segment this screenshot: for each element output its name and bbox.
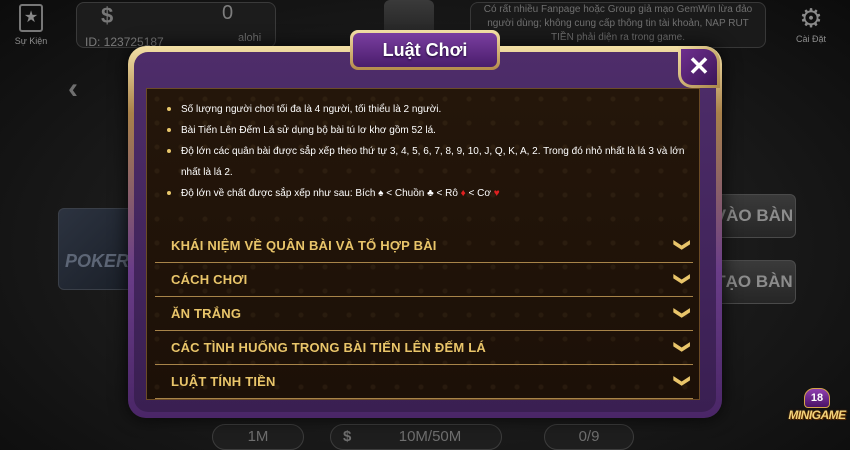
- section-instant-win[interactable]: ĂN TRẮNG ❯: [155, 297, 693, 331]
- player-name: alohi: [238, 32, 262, 44]
- poker-game-tile[interactable]: POKER: [58, 208, 134, 290]
- modal-title-tab: Luật Chơi: [350, 30, 500, 70]
- poker-label: POKER: [65, 251, 130, 271]
- section-label: CÁCH CHƠI: [171, 272, 248, 287]
- rule-item: Bài Tiến Lên Đếm Lá sử dụng bộ bài tú lơ…: [167, 120, 687, 141]
- minigame-button[interactable]: 18 MINIGAME: [786, 388, 848, 444]
- rule-item-suits: Độ lớn về chất được sắp xếp như sau: Bíc…: [167, 183, 687, 204]
- players-value[interactable]: 0/9: [544, 424, 634, 450]
- dollar-icon: $: [343, 428, 352, 445]
- section-how-to-play[interactable]: CÁCH CHƠI ❯: [155, 263, 693, 297]
- modal-title: Luật Chơi: [353, 33, 497, 67]
- suit-separator: < Chuồn: [383, 188, 425, 199]
- section-scoring[interactable]: LUẬT TÍNH TIỀN ❯: [155, 365, 693, 399]
- chevron-down-icon: ❯: [673, 238, 691, 252]
- rules-modal: Luật Chơi ✕ Số lượng người chơi tối đa l…: [128, 30, 722, 418]
- chevron-down-icon: ❯: [673, 306, 691, 320]
- event-button[interactable]: ★ Sự Kiện: [8, 2, 54, 46]
- bottom-bar: 1M $ 10M/50M 0/9: [186, 420, 634, 450]
- range-text: 10M/50M: [398, 428, 462, 445]
- join-table-button[interactable]: VÀO BÀN: [712, 194, 796, 238]
- rule-item: Độ lớn các quân bài được sắp xếp theo th…: [167, 141, 687, 183]
- chevron-down-icon: ❯: [673, 340, 691, 354]
- heart-icon: ♥: [493, 188, 500, 199]
- section-label: KHÁI NIỆM VỀ QUÂN BÀI VÀ TỔ HỢP BÀI: [171, 238, 437, 253]
- rules-list: Số lượng người chơi tối đa là 4 người, t…: [167, 99, 687, 204]
- section-label: ĂN TRẮNG: [171, 306, 242, 321]
- close-button[interactable]: ✕: [678, 46, 720, 88]
- section-card-concepts[interactable]: KHÁI NIỆM VỀ QUÂN BÀI VÀ TỔ HỢP BÀI ❯: [155, 229, 693, 263]
- settings-label: Cài Đặt: [795, 34, 826, 44]
- chevron-down-icon: ❯: [673, 374, 691, 388]
- coin-balance: 0: [222, 2, 234, 24]
- settings-button[interactable]: ⚙ Cài Đặt: [788, 2, 834, 44]
- dollar-icon: $: [101, 3, 114, 28]
- section-situations[interactable]: CÁC TÌNH HUỐNG TRONG BÀI TIẾN LÊN ĐẾM LÁ…: [155, 331, 693, 365]
- section-label: CÁC TÌNH HUỐNG TRONG BÀI TIẾN LÊN ĐẾM LÁ: [171, 340, 486, 355]
- notice-banner: Có rất nhiều Fanpage hoặc Group giả mạo …: [470, 2, 766, 48]
- rule-sections: KHÁI NIỆM VỀ QUÂN BÀI VÀ TỔ HỢP BÀI ❯ CÁ…: [155, 229, 693, 399]
- range-value[interactable]: $ 10M/50M: [330, 424, 502, 450]
- section-label: LUẬT TÍNH TIỀN: [171, 374, 276, 389]
- back-arrow-icon[interactable]: ‹: [68, 72, 78, 106]
- coin-panel: 0 alohi: [180, 0, 370, 48]
- rule-item: Số lượng người chơi tối đa là 4 người, t…: [167, 99, 687, 120]
- minigame-label: MINIGAME: [788, 408, 846, 422]
- close-icon: ✕: [681, 49, 717, 85]
- modal-content[interactable]: Số lượng người chơi tối đa là 4 người, t…: [146, 88, 700, 400]
- create-table-button[interactable]: TẠO BÀN: [712, 260, 796, 304]
- gear-icon: ⚙: [799, 3, 823, 33]
- bet-value[interactable]: 1M: [212, 424, 304, 450]
- suit-separator: < Rô: [433, 188, 458, 199]
- chevron-down-icon: ❯: [673, 272, 691, 286]
- minigame-badge: 18: [804, 388, 830, 408]
- star-flag-icon: ★: [19, 4, 43, 32]
- suit-rule-prefix: Độ lớn về chất được sắp xếp như sau: Bíc…: [181, 188, 376, 199]
- suit-separator: < Cơ: [465, 188, 491, 199]
- event-label: Sự Kiện: [14, 36, 48, 46]
